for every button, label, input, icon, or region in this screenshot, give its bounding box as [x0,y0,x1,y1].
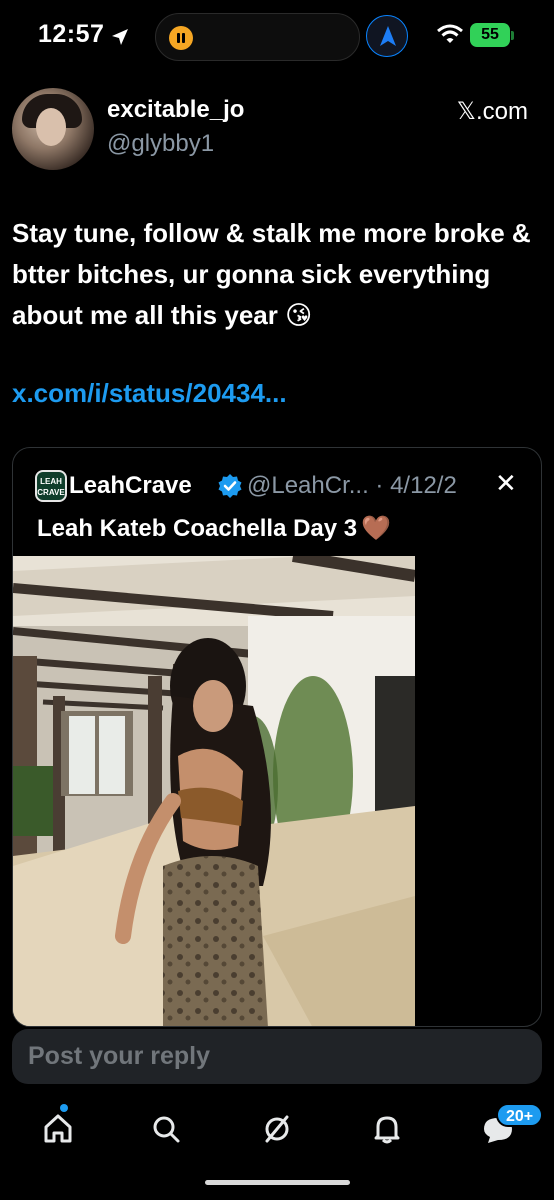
clock-time: 12:57 [38,20,105,48]
quoted-video-thumbnail[interactable] [13,556,415,1026]
quoted-author-avatar[interactable]: LEAH CRAVE [35,470,67,502]
battery-cap [511,31,514,40]
avatar-face [36,108,66,146]
wifi-icon [437,24,463,43]
reply-placeholder: Post your reply [28,1042,210,1070]
quoted-tweet-card[interactable]: LEAH CRAVE LeahCrave @LeahCr... · 4/12/2… [12,447,542,1027]
video-frame-illustration [13,556,415,1026]
author-handle[interactable]: @glybby1 [107,130,214,158]
messages-badge: 20+ [496,1103,544,1127]
pause-icon[interactable] [169,26,193,50]
battery-indicator: 55 [470,23,510,47]
home-icon[interactable] [36,1107,80,1151]
source-x-logo: 𝕏.com [456,98,528,125]
quoted-tweet-text-body: Leah Kateb Coachella Day 3 [37,515,358,542]
home-indicator[interactable] [205,1180,350,1185]
verified-badge-icon [218,474,242,498]
quoted-author-handle-date: @LeahCr... · 4/12/2 [247,472,457,499]
reply-input[interactable]: Post your reply [12,1029,542,1084]
location-arrow-icon [112,29,128,45]
home-unread-dot [60,1104,68,1112]
tweet-link[interactable]: x.com/i/status/20434... [12,378,287,409]
navigation-indicator-icon[interactable] [366,15,408,57]
live-activity-pill[interactable] [155,13,360,61]
grok-icon[interactable] [255,1107,299,1151]
author-display-name[interactable]: excitable_jo [107,96,244,124]
author-avatar[interactable] [12,88,94,170]
search-icon[interactable] [144,1107,188,1151]
brown-heart-emoji: 🤎 [361,515,392,542]
tweet-text: Stay tune, follow & stalk me more broke … [12,218,531,330]
status-bar: 12:57 55 [0,0,554,76]
bottom-navigation [0,1095,554,1165]
quoted-author-name[interactable]: LeahCrave [69,472,192,500]
quote-close-icon[interactable]: ✕ [495,468,517,499]
notifications-icon[interactable] [365,1107,409,1151]
quoted-tweet-text: Leah Kateb Coachella Day 3 🤎 [37,514,391,543]
